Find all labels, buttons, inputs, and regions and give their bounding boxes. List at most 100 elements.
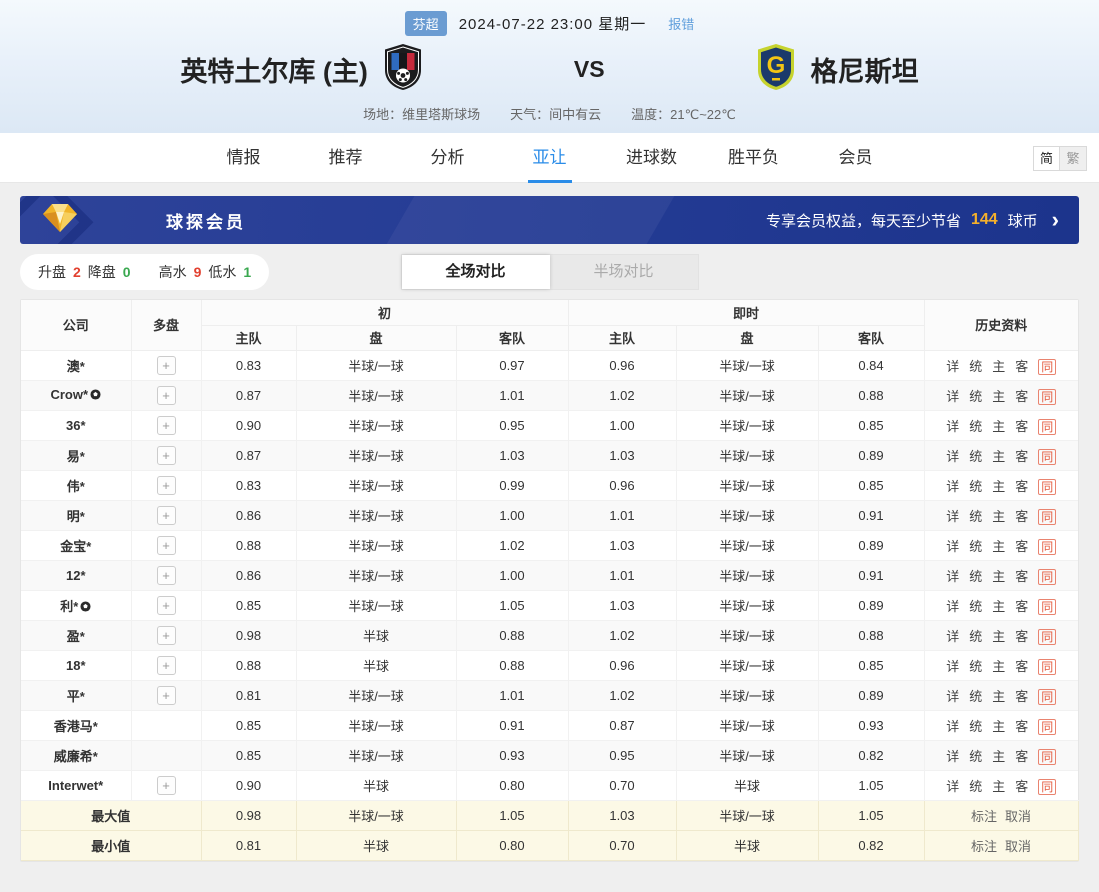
nav-tab[interactable]: 会员 bbox=[805, 133, 907, 183]
history-link[interactable]: 详 bbox=[946, 659, 959, 674]
company-name[interactable]: Crow* bbox=[50, 387, 88, 402]
company-name[interactable]: 36* bbox=[66, 418, 86, 433]
company-name[interactable]: 金宝* bbox=[60, 539, 91, 554]
half-match-compare-button[interactable]: 半场对比 bbox=[550, 255, 698, 289]
nav-tab[interactable]: 进球数 bbox=[601, 133, 703, 183]
history-link[interactable]: 统 bbox=[969, 449, 982, 464]
history-link[interactable]: 详 bbox=[946, 509, 959, 524]
history-link[interactable]: 统 bbox=[969, 389, 982, 404]
expand-multi-odds-button[interactable]: + bbox=[156, 445, 176, 465]
history-link[interactable]: 统 bbox=[969, 599, 982, 614]
same-handicap-link[interactable]: 同 bbox=[1038, 538, 1057, 555]
history-link[interactable]: 客 bbox=[1015, 659, 1028, 674]
expand-multi-odds-button[interactable]: + bbox=[156, 775, 176, 795]
history-link[interactable]: 详 bbox=[946, 359, 959, 374]
history-link[interactable]: 主 bbox=[992, 539, 1005, 554]
history-link[interactable]: 主 bbox=[992, 659, 1005, 674]
traditional-chinese-button[interactable]: 繁 bbox=[1060, 146, 1087, 171]
history-link[interactable]: 详 bbox=[946, 719, 959, 734]
same-handicap-link[interactable]: 同 bbox=[1038, 598, 1057, 615]
history-link[interactable]: 主 bbox=[992, 569, 1005, 584]
history-link[interactable]: 客 bbox=[1015, 689, 1028, 704]
report-error-link[interactable]: 报错 bbox=[668, 14, 694, 33]
history-link[interactable]: 详 bbox=[946, 449, 959, 464]
history-link[interactable]: 主 bbox=[992, 599, 1005, 614]
history-link[interactable]: 主 bbox=[992, 689, 1005, 704]
history-link[interactable]: 统 bbox=[969, 419, 982, 434]
expand-multi-odds-button[interactable]: + bbox=[156, 685, 176, 705]
history-link[interactable]: 客 bbox=[1015, 419, 1028, 434]
company-name[interactable]: 18* bbox=[66, 658, 86, 673]
company-name[interactable]: 明* bbox=[67, 509, 85, 524]
history-link[interactable]: 客 bbox=[1015, 779, 1028, 794]
cancel-link[interactable]: 取消 bbox=[1005, 839, 1031, 854]
company-name[interactable]: 易* bbox=[67, 449, 85, 464]
history-link[interactable]: 客 bbox=[1015, 389, 1028, 404]
history-link[interactable]: 统 bbox=[969, 749, 982, 764]
expand-multi-odds-button[interactable]: + bbox=[156, 475, 176, 495]
history-link[interactable]: 主 bbox=[992, 509, 1005, 524]
history-link[interactable]: 详 bbox=[946, 779, 959, 794]
expand-multi-odds-button[interactable]: + bbox=[156, 355, 176, 375]
nav-tab[interactable]: 分析 bbox=[397, 133, 499, 183]
same-handicap-link[interactable]: 同 bbox=[1038, 568, 1057, 585]
history-link[interactable]: 客 bbox=[1015, 449, 1028, 464]
history-link[interactable]: 客 bbox=[1015, 479, 1028, 494]
history-link[interactable]: 统 bbox=[969, 779, 982, 794]
history-link[interactable]: 客 bbox=[1015, 359, 1028, 374]
history-link[interactable]: 主 bbox=[992, 779, 1005, 794]
history-link[interactable]: 统 bbox=[969, 539, 982, 554]
company-name[interactable]: 伟* bbox=[67, 479, 85, 494]
company-name[interactable]: 威廉希* bbox=[54, 749, 98, 764]
same-handicap-link[interactable]: 同 bbox=[1038, 688, 1057, 705]
expand-multi-odds-button[interactable]: + bbox=[156, 385, 176, 405]
history-link[interactable]: 统 bbox=[969, 569, 982, 584]
history-link[interactable]: 详 bbox=[946, 569, 959, 584]
history-link[interactable]: 统 bbox=[969, 359, 982, 374]
mark-link[interactable]: 标注 bbox=[971, 839, 997, 854]
same-handicap-link[interactable]: 同 bbox=[1038, 748, 1057, 765]
expand-multi-odds-button[interactable]: + bbox=[156, 565, 176, 585]
history-link[interactable]: 统 bbox=[969, 629, 982, 644]
same-handicap-link[interactable]: 同 bbox=[1038, 358, 1057, 375]
history-link[interactable]: 客 bbox=[1015, 569, 1028, 584]
history-link[interactable]: 统 bbox=[969, 479, 982, 494]
history-link[interactable]: 主 bbox=[992, 749, 1005, 764]
history-link[interactable]: 主 bbox=[992, 419, 1005, 434]
same-handicap-link[interactable]: 同 bbox=[1038, 508, 1057, 525]
history-link[interactable]: 详 bbox=[946, 419, 959, 434]
expand-multi-odds-button[interactable]: + bbox=[156, 535, 176, 555]
history-link[interactable]: 详 bbox=[946, 389, 959, 404]
same-handicap-link[interactable]: 同 bbox=[1038, 418, 1057, 435]
cancel-link[interactable]: 取消 bbox=[1005, 809, 1031, 824]
history-link[interactable]: 主 bbox=[992, 359, 1005, 374]
same-handicap-link[interactable]: 同 bbox=[1038, 478, 1057, 495]
same-handicap-link[interactable]: 同 bbox=[1038, 628, 1057, 645]
nav-tab[interactable]: 情报 bbox=[193, 133, 295, 183]
history-link[interactable]: 主 bbox=[992, 479, 1005, 494]
league-badge[interactable]: 芬超 bbox=[404, 11, 447, 36]
member-banner-promo[interactable]: 专享会员权益，每天至少节省 144 球币 › bbox=[766, 209, 1059, 231]
history-link[interactable]: 统 bbox=[969, 509, 982, 524]
nav-tab[interactable]: 亚让 bbox=[499, 133, 601, 183]
history-link[interactable]: 统 bbox=[969, 659, 982, 674]
same-handicap-link[interactable]: 同 bbox=[1038, 778, 1057, 795]
nav-tab[interactable]: 推荐 bbox=[295, 133, 397, 183]
history-link[interactable]: 客 bbox=[1015, 629, 1028, 644]
history-link[interactable]: 统 bbox=[969, 689, 982, 704]
full-match-compare-button[interactable]: 全场对比 bbox=[401, 255, 550, 289]
history-link[interactable]: 详 bbox=[946, 539, 959, 554]
same-handicap-link[interactable]: 同 bbox=[1038, 718, 1057, 735]
history-link[interactable]: 详 bbox=[946, 749, 959, 764]
history-link[interactable]: 详 bbox=[946, 599, 959, 614]
company-name[interactable]: 利* bbox=[60, 599, 78, 614]
simplified-chinese-button[interactable]: 简 bbox=[1033, 146, 1060, 171]
nav-tab[interactable]: 胜平负 bbox=[703, 133, 805, 183]
expand-multi-odds-button[interactable]: + bbox=[156, 415, 176, 435]
history-link[interactable]: 客 bbox=[1015, 509, 1028, 524]
company-name[interactable]: 澳* bbox=[67, 359, 85, 374]
history-link[interactable]: 客 bbox=[1015, 749, 1028, 764]
company-name[interactable]: 香港马* bbox=[54, 719, 98, 734]
history-link[interactable]: 客 bbox=[1015, 719, 1028, 734]
company-name[interactable]: Interwet* bbox=[48, 778, 103, 793]
